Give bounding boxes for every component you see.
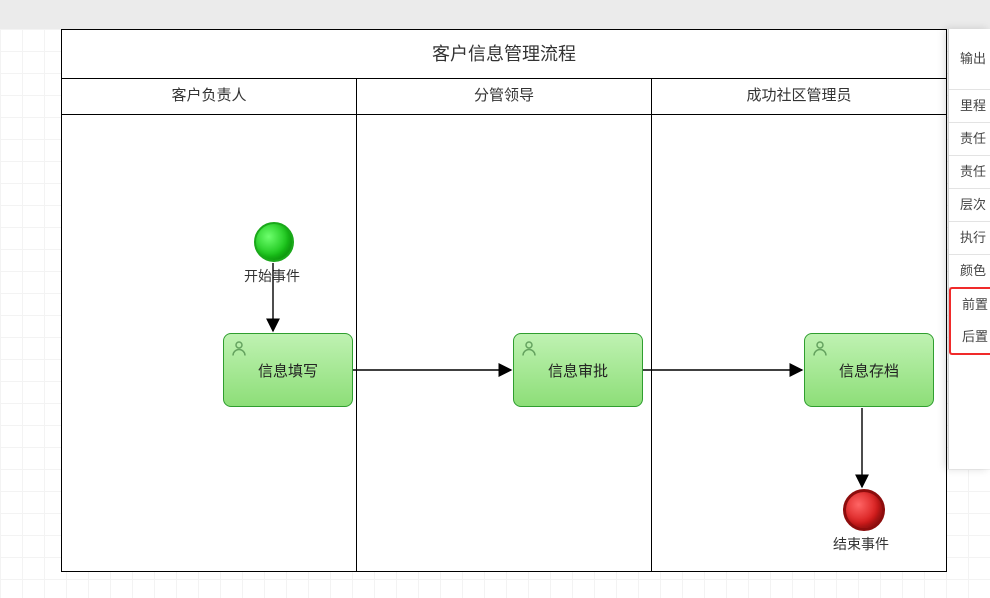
pool-title: 客户信息管理流程 bbox=[62, 30, 946, 79]
panel-item-level[interactable]: 层次 bbox=[949, 189, 990, 222]
panel-item-execute[interactable]: 执行 bbox=[949, 222, 990, 255]
swimlane-pool[interactable]: 客户信息管理流程 客户负责人 分管领导 成功社区管理员 bbox=[61, 29, 947, 572]
panel-item-responsible2[interactable]: 责任 bbox=[949, 156, 990, 189]
panel-item-post[interactable]: 后置 bbox=[951, 321, 990, 353]
task-approve-label: 信息审批 bbox=[548, 360, 608, 381]
panel-highlight-group: 前置 后置 bbox=[949, 287, 990, 355]
task-fill-info[interactable]: 信息填写 bbox=[223, 333, 353, 407]
end-event[interactable] bbox=[843, 489, 885, 531]
user-task-icon bbox=[811, 339, 829, 357]
user-task-icon bbox=[230, 339, 248, 357]
panel-item-milestone[interactable]: 里程 bbox=[949, 90, 990, 123]
user-task-icon bbox=[520, 339, 538, 357]
end-event-label: 结束事件 bbox=[833, 534, 889, 554]
panel-item-color[interactable]: 颜色 bbox=[949, 255, 990, 288]
panel-item-output[interactable]: 输出 bbox=[949, 29, 990, 90]
start-event[interactable] bbox=[254, 222, 294, 262]
lane-header-2[interactable]: 成功社区管理员 bbox=[651, 78, 946, 114]
task-archive[interactable]: 信息存档 bbox=[804, 333, 934, 407]
task-approve[interactable]: 信息审批 bbox=[513, 333, 643, 407]
toolbar bbox=[0, 0, 990, 29]
lane-header-1[interactable]: 分管领导 bbox=[356, 78, 651, 114]
task-fill-info-label: 信息填写 bbox=[258, 360, 318, 381]
start-event-label: 开始事件 bbox=[244, 266, 300, 286]
panel-item-pre[interactable]: 前置 bbox=[951, 289, 990, 321]
task-archive-label: 信息存档 bbox=[839, 360, 899, 381]
lane-headers: 客户负责人 分管领导 成功社区管理员 bbox=[62, 78, 946, 115]
properties-panel: 输出 里程 责任 责任 层次 执行 颜色 前置 后置 bbox=[948, 29, 990, 469]
lane-header-0[interactable]: 客户负责人 bbox=[62, 78, 356, 114]
panel-item-responsible1[interactable]: 责任 bbox=[949, 123, 990, 156]
